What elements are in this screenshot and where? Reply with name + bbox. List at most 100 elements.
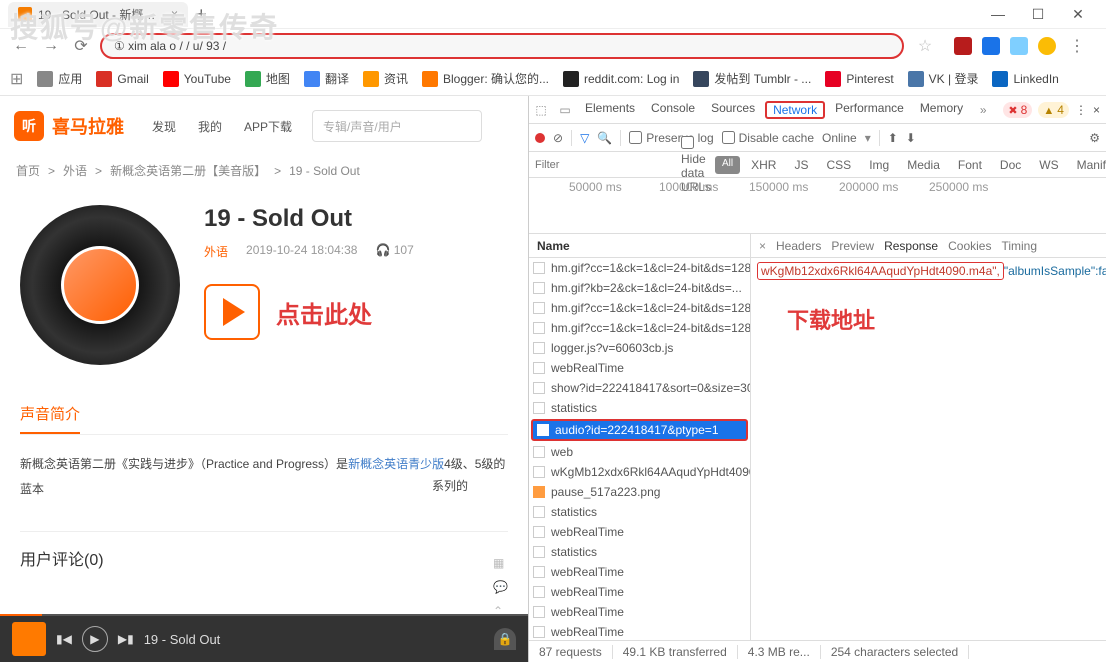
chat-icon[interactable]: 💬: [493, 580, 508, 594]
bookmark-item[interactable]: Pinterest: [825, 70, 893, 87]
bookmark-item[interactable]: Gmail: [96, 70, 148, 87]
bookmark-item[interactable]: 资讯: [363, 70, 408, 87]
ext-icon-2[interactable]: [982, 37, 1000, 55]
category-link[interactable]: 外语: [204, 243, 228, 260]
inspect-icon[interactable]: ⬚: [529, 103, 553, 117]
request-row[interactable]: hm.gif?cc=1&ck=1&cl=24-bit&ds=1280x...: [529, 318, 750, 338]
play-pause-button[interactable]: ▶: [82, 626, 108, 652]
request-row[interactable]: logger.js?v=60603cb.js: [529, 338, 750, 358]
disable-cache-checkbox[interactable]: Disable cache: [722, 131, 814, 145]
gear-icon[interactable]: ⚙: [1089, 131, 1100, 145]
devtools-tab-console[interactable]: Console: [643, 101, 703, 115]
maximize-button[interactable]: ☐: [1018, 1, 1058, 27]
request-row[interactable]: wKgMb12xdx6Rkl64AAqudYpHdt4090.m4...: [529, 462, 750, 482]
devtools-tab-memory[interactable]: Memory: [912, 101, 971, 115]
filter-input[interactable]: [535, 159, 677, 171]
bookmark-item[interactable]: LinkedIn: [992, 70, 1058, 87]
site-logo[interactable]: 听 喜马拉雅: [14, 111, 124, 141]
filter-all[interactable]: All: [715, 156, 740, 174]
qr-icon[interactable]: ▦: [493, 556, 508, 570]
nav-item[interactable]: APP下载: [244, 118, 292, 135]
tab-description[interactable]: 声音简介: [20, 403, 80, 434]
minimize-button[interactable]: —: [978, 1, 1018, 27]
download-icon[interactable]: ⬇: [906, 131, 916, 145]
devtools-tab-network[interactable]: Network: [765, 101, 825, 119]
request-row[interactable]: hm.gif?cc=1&ck=1&cl=24-bit&ds=1280x...: [529, 298, 750, 318]
response-body[interactable]: wKgMb12xdx6Rkl64AAqudYpHdt4090.m4a","alb…: [751, 258, 1106, 640]
request-row[interactable]: webRealTime: [529, 522, 750, 542]
menu-icon[interactable]: ⋮: [1066, 35, 1088, 57]
response-tab-cookies[interactable]: Cookies: [948, 239, 991, 253]
name-column-header[interactable]: Name: [529, 234, 750, 258]
play-button[interactable]: [204, 284, 260, 340]
bookmark-item[interactable]: YouTube: [163, 70, 231, 87]
more-tabs-icon[interactable]: »: [971, 103, 995, 117]
close-window-button[interactable]: ✕: [1058, 1, 1098, 27]
timeline[interactable]: 50000 ms100000 ms150000 ms200000 ms25000…: [529, 178, 1106, 234]
nav-item[interactable]: 我的: [198, 118, 222, 135]
lock-icon[interactable]: 🔒: [494, 628, 516, 650]
ext-icon-1[interactable]: [954, 37, 972, 55]
filter-ws[interactable]: WS: [1032, 156, 1065, 174]
filter-icon[interactable]: ▽: [580, 131, 589, 145]
request-row[interactable]: webRealTime: [529, 358, 750, 378]
warning-badge[interactable]: ▲ 4: [1038, 102, 1069, 118]
request-row[interactable]: audio?id=222418417&ptype=1: [531, 419, 748, 441]
crumb-item[interactable]: 外语: [63, 162, 87, 179]
response-tab-preview[interactable]: Preview: [831, 239, 874, 253]
request-row[interactable]: web: [529, 442, 750, 462]
request-row[interactable]: webRealTime: [529, 622, 750, 640]
filter-css[interactable]: CSS: [820, 156, 859, 174]
apps-button[interactable]: ⊞: [10, 69, 23, 89]
reload-button[interactable]: ⟳: [70, 35, 92, 57]
throttle-select[interactable]: Online: [822, 131, 857, 145]
record-button[interactable]: [535, 133, 545, 143]
browser-tab[interactable]: 19 - Sold Out - 新概念英语第二... ×: [8, 2, 188, 27]
filter-img[interactable]: Img: [862, 156, 896, 174]
prev-button[interactable]: ▮◀: [56, 632, 72, 646]
search-input[interactable]: 专辑/声音/用户: [312, 110, 482, 142]
response-tab-headers[interactable]: Headers: [776, 239, 821, 253]
settings-icon[interactable]: ⋮: [1075, 103, 1087, 117]
bookmark-item[interactable]: 应用: [37, 70, 82, 87]
response-tab-response[interactable]: Response: [884, 239, 938, 253]
close-devtools-icon[interactable]: ×: [1093, 103, 1100, 117]
request-row[interactable]: webRealTime: [529, 602, 750, 622]
devtools-tab-elements[interactable]: Elements: [577, 101, 643, 115]
filter-js[interactable]: JS: [787, 156, 815, 174]
bookmark-item[interactable]: 发帖到 Tumblr - ...: [693, 70, 811, 87]
crumb-item[interactable]: 新概念英语第二册【美音版】: [110, 162, 266, 179]
bookmark-item[interactable]: 地图: [245, 70, 290, 87]
address-input[interactable]: ① xim ala o / / u/ 93 /: [100, 33, 904, 59]
request-row[interactable]: show?id=222418417&sort=0&size=30&pt...: [529, 378, 750, 398]
next-button[interactable]: ▶▮: [118, 632, 134, 646]
bookmark-item[interactable]: reddit.com: Log in: [563, 70, 679, 87]
search-icon[interactable]: 🔍: [597, 131, 612, 145]
response-tab-timing[interactable]: Timing: [1001, 239, 1037, 253]
back-button[interactable]: ←: [10, 35, 32, 57]
close-tab-icon[interactable]: ×: [171, 7, 178, 21]
request-row[interactable]: webRealTime: [529, 582, 750, 602]
devtools-tab-performance[interactable]: Performance: [827, 101, 912, 115]
filter-manifest[interactable]: Manifest: [1070, 156, 1106, 174]
error-badge[interactable]: ✖ 8: [1003, 102, 1032, 118]
forward-button[interactable]: →: [40, 35, 62, 57]
ext-icon-3[interactable]: [1010, 37, 1028, 55]
devtools-tab-sources[interactable]: Sources: [703, 101, 763, 115]
device-icon[interactable]: ▭: [553, 103, 577, 117]
request-row[interactable]: statistics: [529, 398, 750, 418]
request-row[interactable]: hm.gif?kb=2&ck=1&cl=24-bit&ds=...: [529, 278, 750, 298]
request-row[interactable]: webRealTime: [529, 562, 750, 582]
filter-font[interactable]: Font: [951, 156, 989, 174]
bookmark-item[interactable]: Blogger: 确认您的...: [422, 70, 549, 87]
crumb-item[interactable]: 首页: [16, 162, 40, 179]
bookmark-item[interactable]: VK | 登录: [908, 70, 979, 87]
desc-link[interactable]: 新概念英语青少版: [348, 457, 444, 471]
filter-media[interactable]: Media: [900, 156, 947, 174]
profile-avatar[interactable]: [1038, 37, 1056, 55]
request-row[interactable]: statistics: [529, 502, 750, 522]
request-row[interactable]: hm.gif?cc=1&ck=1&cl=24-bit&ds=1280x...: [529, 258, 750, 278]
upload-icon[interactable]: ⬆: [888, 131, 898, 145]
clear-button[interactable]: ⊘: [553, 131, 563, 145]
star-icon[interactable]: ☆: [914, 35, 936, 57]
